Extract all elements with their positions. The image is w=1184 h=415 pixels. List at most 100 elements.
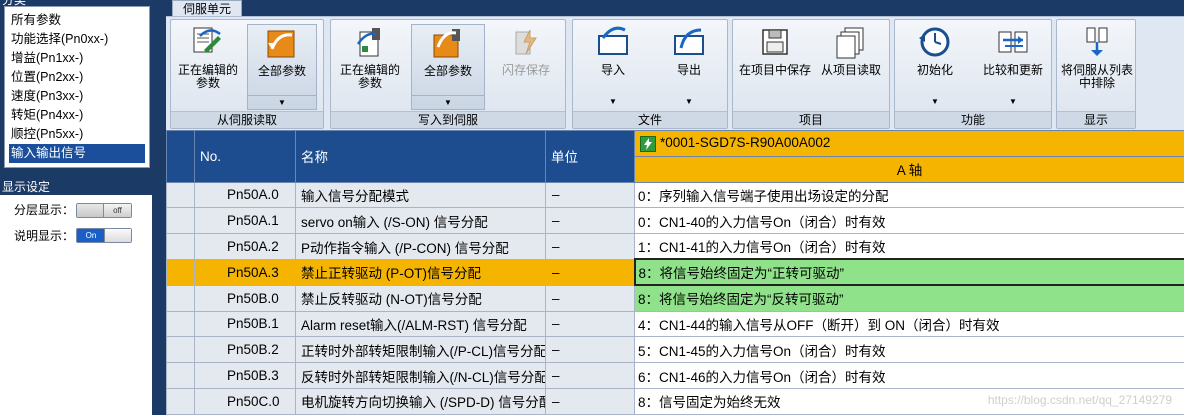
table-row[interactable]: Pn50A.0 输入信号分配模式 – 0：序列输入信号端子使用出场设定的分配	[166, 181, 1184, 209]
param-no: Pn50C.0	[194, 387, 296, 415]
table-row[interactable]: Pn50B.2 正转时外部转矩限制输入(/P-CL)信号分配 – 5：CN1-4…	[166, 336, 1184, 364]
chevron-down-icon[interactable]: ▼	[975, 95, 1051, 108]
read-all-params-label: 全部参数	[257, 64, 306, 78]
row-header[interactable]	[166, 181, 195, 209]
read-all-params-button[interactable]: 全部参数 ▼	[247, 24, 317, 110]
device-header[interactable]: *0001-SGD7S-R90A00A002	[634, 130, 1184, 157]
category-item-io-signal[interactable]: 输入输出信号	[9, 144, 145, 163]
column-header-name[interactable]: 名称	[295, 130, 546, 183]
chevron-down-icon[interactable]: ▼	[897, 95, 973, 108]
column-header-no[interactable]: No.	[194, 130, 296, 183]
group-project-label: 项目	[733, 111, 889, 128]
exclude-servo-icon	[1086, 27, 1108, 56]
category-item-gain[interactable]: 增益(Pn1xx-)	[9, 49, 149, 68]
desc-display-toggle[interactable]: On	[76, 228, 132, 243]
param-value[interactable]: 5：CN1-45的入力信号On（闭合）时有效	[634, 336, 1184, 364]
chevron-down-icon[interactable]: ▼	[412, 95, 484, 109]
read-editing-params-button[interactable]: 正在编辑的参数	[175, 24, 241, 110]
table-row[interactable]: Pn50B.3 反转时外部转矩限制输入(/N-CL)信号分配 – 6：CN1-4…	[166, 362, 1184, 389]
table-row[interactable]: Pn50A.2 P动作指令输入 (/P-CON) 信号分配 – 1：CN1-41…	[166, 233, 1184, 260]
display-settings-panel: 分层显示： off 说明显示： On	[0, 195, 152, 415]
row-header[interactable]	[166, 233, 195, 260]
category-item-torque[interactable]: 转矩(Pn4xx-)	[9, 106, 149, 125]
param-no: Pn50A.1	[194, 207, 296, 235]
column-header-unit[interactable]: 单位	[545, 130, 635, 183]
group-read-from-servo: 正在编辑的参数 全部参数 ▼ 从伺服读取	[170, 19, 324, 129]
param-value[interactable]: 0：CN1-40的入力信号On（闭合）时有效	[634, 207, 1184, 235]
compare-update-label: 比较和更新	[982, 63, 1043, 77]
category-item-position[interactable]: 位置(Pn2xx-)	[9, 68, 149, 87]
toggle-state-text: off	[103, 204, 131, 217]
save-to-project-icon	[762, 29, 788, 55]
write-params-icon	[356, 28, 380, 57]
initialize-button[interactable]: 初始化 ▼	[897, 24, 973, 110]
param-unit: –	[545, 336, 635, 364]
category-item-function[interactable]: 功能选择(Pn0xx-)	[9, 30, 149, 49]
param-name: 电机旋转方向切换输入 (/SPD-D) 信号分配	[295, 387, 546, 415]
param-name: P动作指令输入 (/P-CON) 信号分配	[295, 233, 546, 260]
chevron-down-icon[interactable]: ▼	[577, 95, 649, 108]
table-row-selected[interactable]: Pn50A.3 禁止正转驱动 (P-OT)信号分配 – 8：将信号始终固定为“正…	[166, 258, 1184, 287]
export-button[interactable]: 导出 ▼	[653, 24, 725, 110]
row-header[interactable]	[166, 258, 195, 286]
param-unit: –	[545, 233, 635, 260]
param-no: Pn50A.0	[194, 181, 296, 209]
chevron-down-icon[interactable]: ▼	[248, 95, 316, 109]
write-editing-params-button[interactable]: 正在编辑的参数	[335, 24, 405, 110]
import-label: 导入	[600, 63, 625, 77]
row-header[interactable]	[166, 207, 195, 235]
param-no: Pn50A.3	[194, 258, 296, 286]
exclude-servo-label: 将伺服从列表中排除	[1060, 63, 1133, 90]
category-item-speed[interactable]: 速度(Pn3xx-)	[9, 87, 149, 106]
category-item-sequence[interactable]: 顺控(Pn5xx-)	[9, 125, 149, 144]
load-from-project-button[interactable]: 从项目读取	[813, 24, 889, 110]
group-project: 在项目中保存 从项目读取 项目	[732, 19, 890, 129]
param-value-edited[interactable]: 8：将信号始终固定为“正转可驱动”	[633, 258, 1184, 287]
group-display: 将伺服从列表中排除 显示	[1056, 19, 1136, 129]
layer-display-toggle[interactable]: off	[76, 203, 132, 218]
param-name: Alarm reset输入(/ALM-RST) 信号分配	[295, 310, 546, 338]
param-name: 禁止正转驱动 (P-OT)信号分配	[295, 258, 546, 286]
import-button[interactable]: 导入 ▼	[577, 24, 649, 110]
parameter-grid: No. 名称 单位 *0001-SGD7S-R90A00A002 A 轴 Pn5…	[166, 130, 1184, 415]
param-value[interactable]: 4：CN1-44的输入信号从OFF（断开）到 ON（闭合）时有效	[634, 310, 1184, 338]
table-row[interactable]: Pn50B.0 禁止反转驱动 (N-OT)信号分配 – 8：将信号始终固定为“反…	[166, 284, 1184, 312]
table-row[interactable]: Pn50A.1 servo on输入 (/S-ON) 信号分配 – 0：CN1-…	[166, 207, 1184, 235]
param-no: Pn50B.2	[194, 336, 296, 364]
param-unit: –	[545, 181, 635, 209]
param-value-edited[interactable]: 8：将信号始终固定为“反转可驱动”	[634, 284, 1184, 312]
row-header[interactable]	[166, 362, 195, 389]
row-header[interactable]	[166, 336, 195, 364]
param-value[interactable]: 0：序列输入信号端子使用出场设定的分配	[634, 181, 1184, 209]
row-header[interactable]	[166, 310, 195, 338]
param-unit: –	[545, 258, 635, 286]
compare-update-button[interactable]: 比较和更新 ▼	[975, 24, 1051, 110]
export-label: 导出	[676, 63, 701, 77]
param-unit: –	[545, 310, 635, 338]
group-file-label: 文件	[573, 111, 727, 128]
category-item-all[interactable]: 所有参数	[9, 11, 149, 30]
param-name: 禁止反转驱动 (N-OT)信号分配	[295, 284, 546, 312]
chevron-down-icon[interactable]: ▼	[653, 95, 725, 108]
param-no: Pn50B.3	[194, 362, 296, 389]
group-function-label: 功能	[895, 111, 1051, 128]
initialize-label: 初始化	[916, 63, 953, 77]
param-no: Pn50A.2	[194, 233, 296, 260]
row-header-corner	[166, 130, 195, 183]
tab-servo-unit[interactable]: 伺服单元	[172, 0, 242, 17]
row-header[interactable]	[166, 284, 195, 312]
table-row[interactable]: Pn50B.1 Alarm reset输入(/ALM-RST) 信号分配 – 4…	[166, 310, 1184, 338]
param-value[interactable]: 1：CN1-41的入力信号On（闭合）时有效	[634, 233, 1184, 260]
lightning-icon	[640, 135, 656, 152]
write-all-params-button[interactable]: 全部参数 ▼	[411, 24, 485, 110]
row-header[interactable]	[166, 387, 195, 415]
save-to-project-button[interactable]: 在项目中保存	[735, 24, 815, 110]
param-value[interactable]: 6：CN1-46的入力信号On（闭合）时有效	[634, 362, 1184, 389]
group-display-label: 显示	[1057, 111, 1135, 128]
export-icon	[674, 28, 704, 55]
flash-save-button[interactable]: 闪存保存	[491, 24, 561, 110]
write-editing-params-label: 正在编辑的参数	[339, 63, 400, 90]
load-from-project-icon	[836, 27, 864, 59]
axis-header[interactable]: A 轴	[634, 155, 1184, 183]
exclude-servo-button[interactable]: 将伺服从列表中排除	[1059, 24, 1135, 110]
